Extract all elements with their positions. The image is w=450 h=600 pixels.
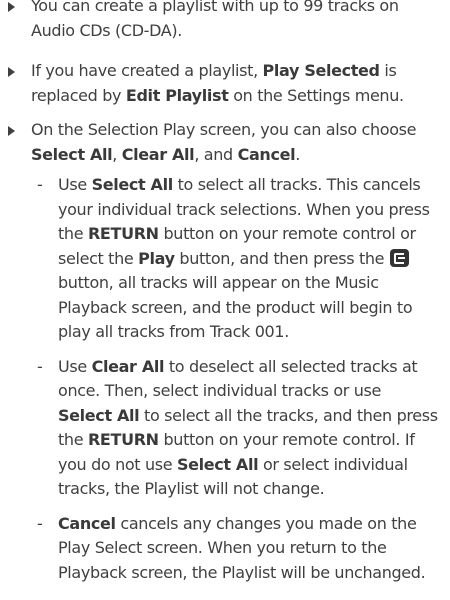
sub-item-cancel: - Cancel cancels any changes you made on…: [0, 512, 450, 586]
term-clear-all: Clear All: [91, 356, 165, 376]
dash-marker: -: [37, 513, 43, 533]
sub-item-text: button, all tracks will appear on the Mu…: [58, 273, 413, 341]
document-body: You can create a playlist with up to 99 …: [0, 0, 450, 585]
term-play: Play: [138, 248, 175, 268]
sub-item-text: Use: [58, 175, 92, 194]
bullet-text: on the Settings menu.: [228, 85, 404, 105]
bullet-text: , and: [194, 144, 238, 164]
bullet-item-playlist-limit: You can create a playlist with up to 99 …: [0, 0, 450, 43]
bullet-text: .: [295, 144, 300, 164]
sub-item-text: Use: [58, 356, 92, 376]
bullet-text: ,: [112, 144, 122, 164]
dash-marker: -: [37, 175, 43, 194]
bullet-triangle-icon: [8, 67, 15, 77]
bullet-item-selection-play: On the Selection Play screen, you can al…: [0, 118, 450, 167]
sub-item-clear-all: - Use Clear All to deselect all selected…: [0, 355, 450, 502]
term-return: RETURN: [87, 430, 159, 449]
term-return: RETURN: [87, 224, 159, 243]
term-select-all: Select All: [91, 175, 174, 194]
bullet-text: On the Selection Play screen, you can al…: [31, 120, 417, 139]
bullet-item-edit-playlist: If you have created a playlist, Play Sel…: [0, 59, 450, 108]
term-select-all: Select All: [58, 405, 140, 425]
menu-term-clear-all: Clear All: [121, 144, 195, 164]
bullet-text: You can create a playlist with up to 99 …: [31, 0, 399, 40]
menu-term-select-all: Select All: [31, 144, 113, 164]
sub-item-text: button, and then press the: [174, 248, 389, 268]
sub-item-select-all: - Use Select All to select all tracks. T…: [0, 173, 450, 345]
menu-term-play-selected: Play Selected: [262, 61, 380, 80]
term-cancel: Cancel: [58, 513, 116, 533]
term-select-all: Select All: [176, 454, 259, 474]
dash-marker: -: [37, 356, 43, 376]
bullet-triangle-icon: [8, 2, 15, 12]
bullet-triangle-icon: [8, 126, 15, 136]
enter-key-icon: [389, 248, 409, 267]
menu-term-edit-playlist: Edit Playlist: [125, 85, 229, 105]
menu-term-cancel: Cancel: [237, 144, 296, 164]
bullet-text: If you have created a playlist,: [31, 61, 263, 80]
